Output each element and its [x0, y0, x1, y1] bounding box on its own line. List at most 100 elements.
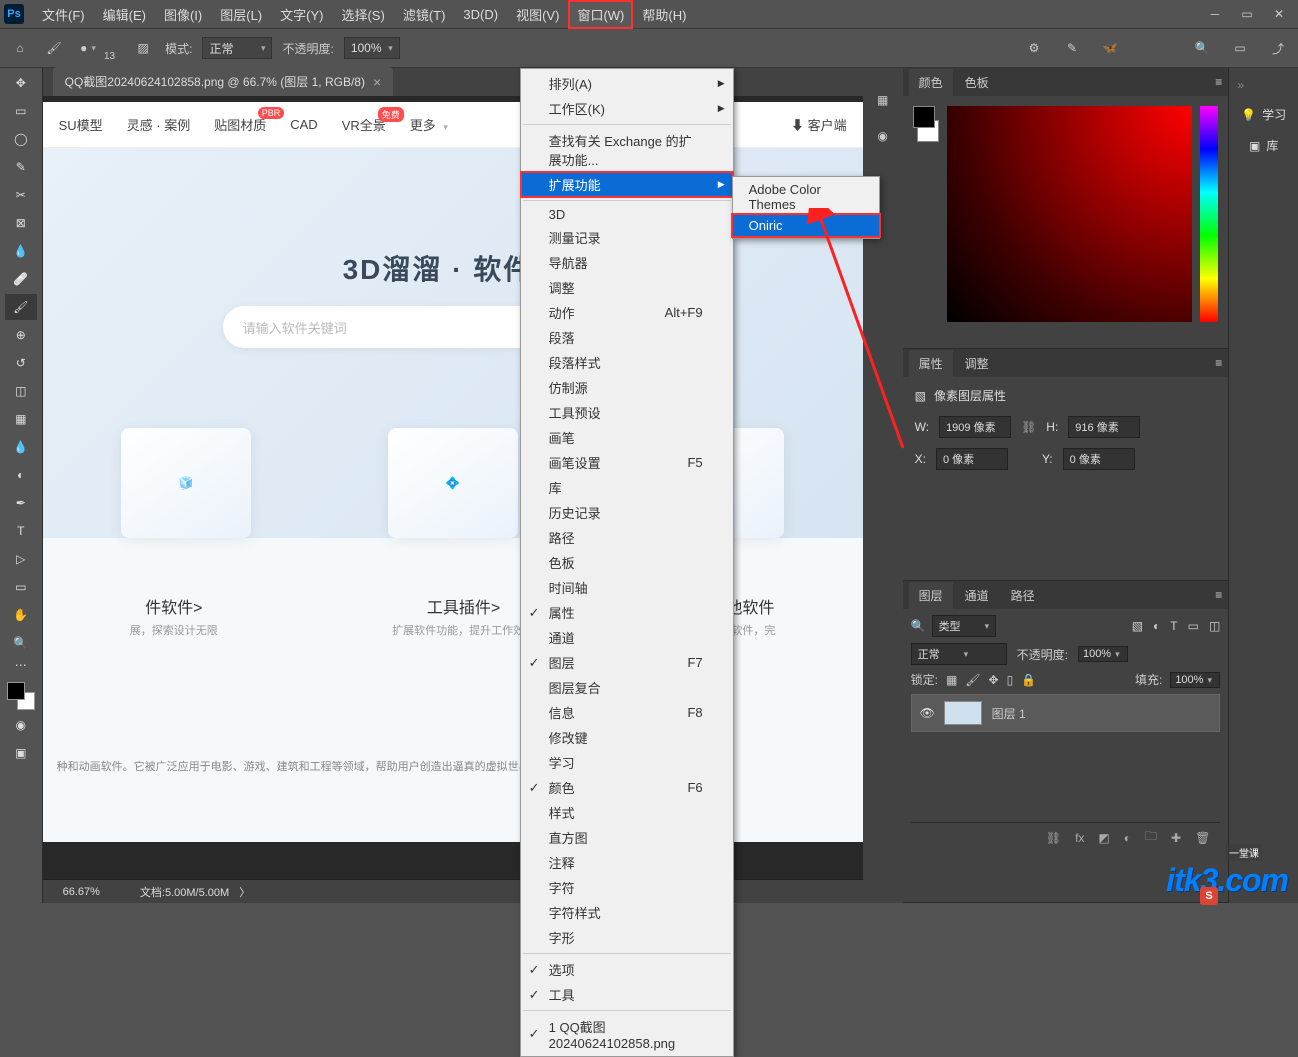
- new-layer-icon[interactable]: ✚: [1171, 831, 1181, 845]
- home-icon[interactable]: ⌂: [8, 36, 32, 60]
- butterfly-icon[interactable]: 🦋: [1098, 36, 1122, 60]
- move-tool[interactable]: ✥: [5, 70, 37, 96]
- crop-tool[interactable]: ✂: [5, 182, 37, 208]
- tab-swatches[interactable]: 色板: [955, 69, 999, 96]
- dd-extensions[interactable]: 扩展功能: [521, 172, 733, 197]
- eraser-tool[interactable]: ◫: [5, 378, 37, 404]
- dd-字符样式[interactable]: 字符样式: [521, 900, 733, 925]
- sub-adobe-color[interactable]: Adobe Color Themes: [733, 179, 879, 215]
- frame-icon[interactable]: ▭: [1228, 36, 1252, 60]
- lock-pos-icon[interactable]: ✥: [989, 673, 999, 687]
- menu-layer[interactable]: 图层(L): [212, 1, 270, 28]
- fg-color-swatch[interactable]: [7, 682, 25, 700]
- dd-颜色[interactable]: 颜色F6: [521, 775, 733, 800]
- dd-图层[interactable]: 图层F7: [521, 650, 733, 675]
- tab-channels[interactable]: 通道: [955, 582, 999, 609]
- layer-opacity-input[interactable]: 100%▾: [1078, 646, 1128, 662]
- fx-icon[interactable]: fx: [1075, 831, 1084, 845]
- filter-adjust-icon[interactable]: ◐: [1153, 619, 1160, 633]
- filter-icon[interactable]: 🔍: [911, 619, 926, 633]
- lock-nest-icon[interactable]: ▯: [1007, 673, 1014, 687]
- layer-name[interactable]: 图层 1: [992, 705, 1026, 722]
- eyedropper-tool[interactable]: 💧: [5, 238, 37, 264]
- panel-menu-icon[interactable]: ≡: [1215, 75, 1222, 89]
- lock-all-icon[interactable]: 🔒: [1021, 673, 1036, 687]
- dd-图层复合[interactable]: 图层复合: [521, 675, 733, 700]
- menu-help[interactable]: 帮助(H): [634, 1, 694, 28]
- pen-tool[interactable]: ✒: [5, 490, 37, 516]
- stamp-tool[interactable]: ⊕: [5, 322, 37, 348]
- delete-icon[interactable]: 🗑: [1195, 831, 1210, 845]
- x-input[interactable]: [936, 448, 1008, 470]
- dd-库[interactable]: 库: [521, 475, 733, 500]
- hue-slider[interactable]: [1200, 106, 1218, 322]
- tab-adjustments[interactable]: 调整: [955, 350, 999, 377]
- dd-动作[interactable]: 动作Alt+F9: [521, 300, 733, 325]
- visibility-icon[interactable]: 👁: [920, 706, 934, 720]
- opacity-select[interactable]: 100%▾: [344, 37, 400, 59]
- symmetry-icon[interactable]: ✎: [1060, 36, 1084, 60]
- dodge-tool[interactable]: ◐: [5, 462, 37, 488]
- rectangle-tool[interactable]: ▭: [5, 574, 37, 600]
- gradient-tool[interactable]: ▦: [5, 406, 37, 432]
- layer-item[interactable]: 👁 图层 1: [911, 694, 1221, 732]
- zoom-tool[interactable]: 🔍: [5, 630, 37, 656]
- hand-tool[interactable]: ✋: [5, 602, 37, 628]
- group-icon[interactable]: 🗀: [1145, 827, 1157, 848]
- menu-edit[interactable]: 编辑(E): [95, 1, 154, 28]
- dd-导航器[interactable]: 导航器: [521, 250, 733, 275]
- dd-信息[interactable]: 信息F8: [521, 700, 733, 725]
- menu-image[interactable]: 图像(I): [156, 1, 210, 28]
- brush-tool[interactable]: 🖌: [5, 294, 37, 320]
- document-tab[interactable]: QQ截图20240624102858.png @ 66.7% (图层 1, RG…: [53, 67, 394, 96]
- dd-arrange[interactable]: 排列(A): [521, 71, 733, 96]
- marquee-tool[interactable]: ▭: [5, 98, 37, 124]
- brush-panel-icon[interactable]: ▨: [131, 36, 155, 60]
- lasso-tool[interactable]: ◯: [5, 126, 37, 152]
- learn-panel-button[interactable]: 💡学习: [1241, 106, 1286, 123]
- menu-file[interactable]: 文件(F): [34, 1, 93, 28]
- search-icon[interactable]: 🔍: [1190, 36, 1214, 60]
- blend-mode-select[interactable]: 正常▾: [911, 643, 1007, 665]
- dd-样式[interactable]: 样式: [521, 800, 733, 825]
- share-icon[interactable]: ⤴: [1266, 36, 1290, 60]
- menu-filter[interactable]: 滤镜(T): [395, 1, 454, 28]
- dd-find-ext[interactable]: 查找有关 Exchange 的扩展功能...: [521, 128, 733, 172]
- dd-tools[interactable]: 工具: [521, 982, 733, 1007]
- tab-color[interactable]: 颜色: [909, 69, 953, 96]
- maximize-button[interactable]: ▭: [1232, 4, 1262, 24]
- panel-menu-icon[interactable]: ≡: [1215, 356, 1222, 370]
- text-tool[interactable]: T: [5, 518, 37, 544]
- mask-icon[interactable]: ◩: [1098, 831, 1109, 845]
- gear-icon[interactable]: ⚙: [1022, 36, 1046, 60]
- menu-select[interactable]: 选择(S): [333, 1, 392, 28]
- lock-trans-icon[interactable]: ▦: [946, 673, 957, 687]
- menu-window[interactable]: 窗口(W): [569, 1, 632, 28]
- dd-workspace[interactable]: 工作区(K): [521, 96, 733, 121]
- dd-路径[interactable]: 路径: [521, 525, 733, 550]
- dd-历史记录[interactable]: 历史记录: [521, 500, 733, 525]
- sub-oniric[interactable]: Oniric: [733, 215, 879, 236]
- close-button[interactable]: ✕: [1264, 4, 1294, 24]
- filter-smart-icon[interactable]: ◫: [1209, 619, 1220, 633]
- menu-3d[interactable]: 3D(D): [455, 3, 506, 26]
- dd-字形[interactable]: 字形: [521, 925, 733, 950]
- dd-段落样式[interactable]: 段落样式: [521, 350, 733, 375]
- dd-直方图[interactable]: 直方图: [521, 825, 733, 850]
- filter-pixel-icon[interactable]: ▧: [1132, 619, 1143, 633]
- tab-paths[interactable]: 路径: [1001, 582, 1045, 609]
- brush-tool-icon[interactable]: 🖌: [42, 36, 66, 60]
- close-tab-icon[interactable]: ×: [373, 74, 381, 90]
- dd-3D[interactable]: 3D: [521, 204, 733, 225]
- tab-properties[interactable]: 属性: [909, 350, 953, 377]
- filter-shape-icon[interactable]: ▭: [1188, 619, 1199, 633]
- libraries-panel-button[interactable]: ▣库: [1249, 137, 1278, 154]
- layer-thumbnail[interactable]: [944, 701, 982, 725]
- zoom-level[interactable]: 66.67%: [63, 886, 100, 898]
- menu-text[interactable]: 文字(Y): [272, 1, 331, 28]
- frame-tool[interactable]: ⊠: [5, 210, 37, 236]
- dd-色板[interactable]: 色板: [521, 550, 733, 575]
- quick-select-tool[interactable]: ✎: [5, 154, 37, 180]
- dd-属性[interactable]: 属性: [521, 600, 733, 625]
- link-layers-icon[interactable]: ⛓: [1046, 831, 1061, 845]
